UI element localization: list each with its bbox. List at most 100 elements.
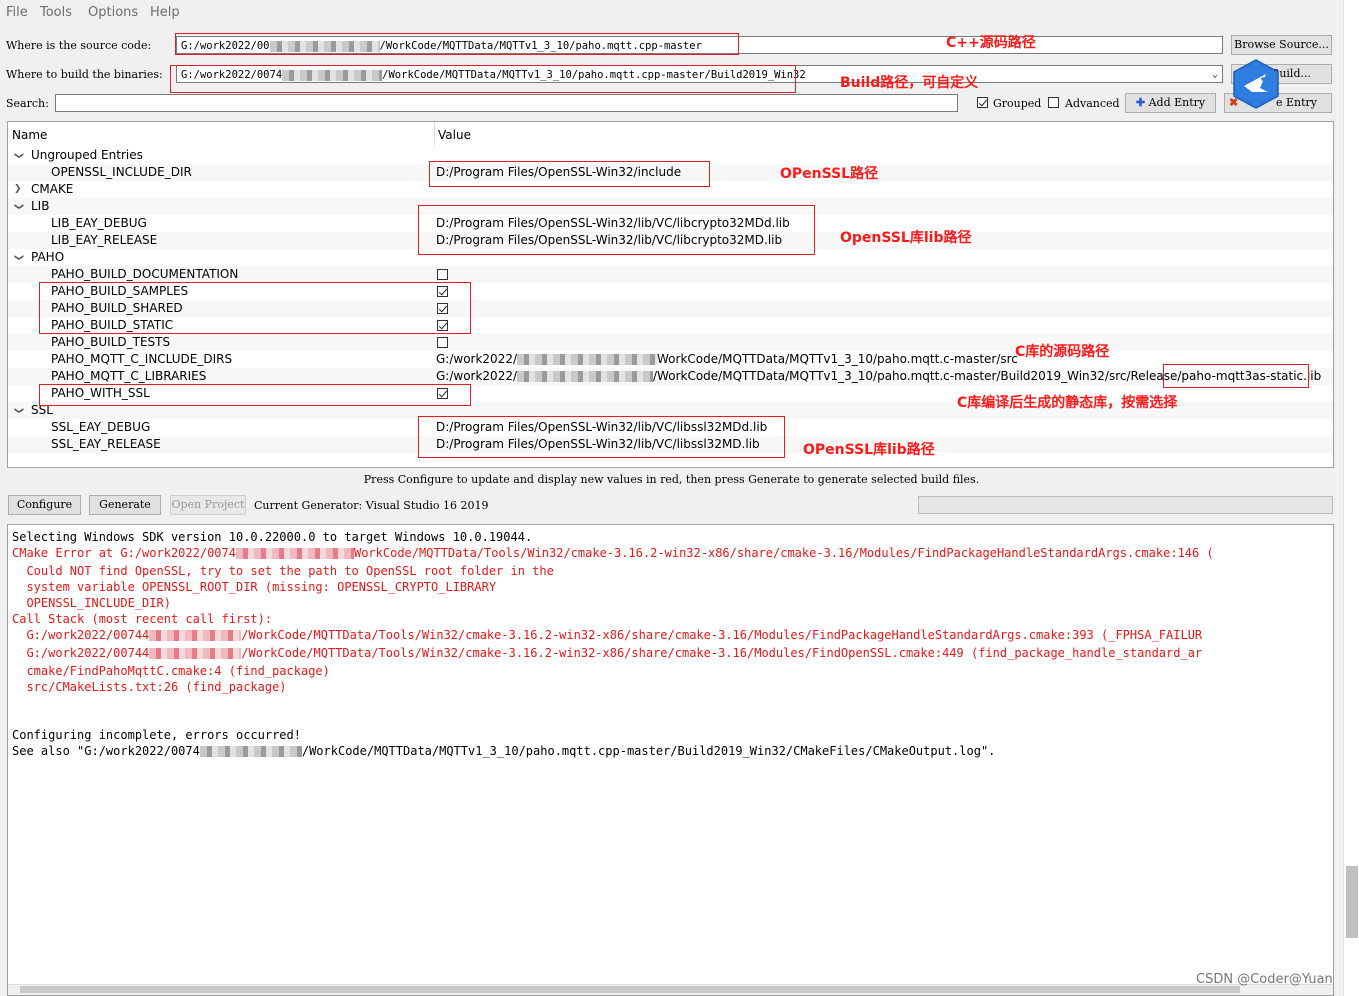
progress-bar — [918, 496, 1333, 514]
value-suffix: WorkCode/MQTTData/MQTTv1_3_10/paho.mqtt.… — [657, 352, 1018, 366]
add-entry-button[interactable]: ✚ Add Entry — [1125, 93, 1216, 113]
entry-value[interactable]: D:/Program Files/OpenSSL-Win32/lib/VC/li… — [436, 232, 782, 249]
tree-group-ungrouped[interactable]: ❯ Ungrouped Entries — [8, 147, 1333, 164]
build-path-combobox[interactable]: G:/work2022/0074/WorkCode/MQTTData/MQTTv… — [176, 65, 1223, 83]
build-path-prefix: G:/work2022/0074 — [181, 69, 283, 81]
menu-file[interactable]: File — [6, 5, 28, 20]
table-row[interactable]: PAHO_BUILD_DOCUMENTATION — [8, 266, 1333, 283]
cache-entries-tree[interactable]: Name Value ❯ Ungrouped Entries OPENSSL_I… — [7, 121, 1334, 468]
log-line-error: cmake/FindPahoMqttC.cmake:4 (find_packag… — [12, 664, 330, 678]
log-text: /WorkCode/MQTTData/Tools/Win32/cmake-3.1… — [241, 646, 1203, 660]
table-row[interactable]: PAHO_MQTT_C_LIBRARIES G:/work2022/ /WorkC… — [8, 368, 1333, 385]
open-project-button[interactable]: Open Project — [170, 495, 246, 515]
entry-value[interactable]: G:/work2022/ /WorkCode/MQTTData/MQTTv1_3_… — [436, 368, 1321, 385]
entry-value[interactable]: D:/Program Files/OpenSSL-Win32/lib/VC/li… — [436, 419, 767, 436]
table-row[interactable]: LIB_EAY_DEBUG D:/Program Files/OpenSSL-W… — [8, 215, 1333, 232]
table-row[interactable]: OPENSSL_INCLUDE_DIR D:/Program Files/Ope… — [8, 164, 1333, 181]
log-text: G:/work2022/00744 — [12, 628, 150, 642]
log-line-error: G:/work2022/00744/WorkCode/MQTTData/Tool… — [12, 628, 1202, 642]
chevron-down-icon[interactable]: ❯ — [9, 407, 26, 415]
scrollbar-thumb[interactable] — [1346, 866, 1358, 938]
entry-name: PAHO_BUILD_TESTS — [51, 335, 171, 349]
browse-source-button[interactable]: Browse Source... — [1231, 35, 1332, 55]
menu-help[interactable]: Help — [150, 5, 180, 20]
table-row[interactable]: PAHO_BUILD_SAMPLES — [8, 283, 1333, 300]
grouped-label: Grouped — [993, 97, 1042, 110]
floating-assistant-icon[interactable] — [1230, 58, 1282, 110]
annotation-openssl-path: OPenSSL路径 — [780, 166, 879, 182]
entry-checkbox[interactable] — [437, 320, 448, 331]
grouped-checkbox[interactable] — [977, 97, 988, 108]
output-log[interactable]: Selecting Windows SDK version 10.0.22000… — [7, 524, 1334, 996]
entry-name: LIB_EAY_RELEASE — [51, 233, 158, 247]
table-row[interactable]: PAHO_BUILD_TESTS — [8, 334, 1333, 351]
table-row[interactable]: PAHO_BUILD_SHARED — [8, 300, 1333, 317]
value-prefix: G:/work2022/ — [436, 369, 518, 383]
advanced-checkbox[interactable] — [1048, 97, 1059, 108]
log-line-error: system variable OPENSSL_ROOT_DIR (missin… — [12, 580, 497, 594]
log-line-error: src/CMakeLists.txt:26 (find_package) — [12, 680, 287, 694]
tree-group-cmake[interactable]: ❯ CMAKE — [8, 181, 1333, 198]
menu-bar: File Tools Options Help — [0, 0, 1343, 25]
source-path-prefix: G:/work2022/00 — [181, 40, 270, 52]
entry-value[interactable]: D:/Program Files/OpenSSL-Win32/lib/VC/li… — [436, 436, 760, 453]
chevron-down-icon[interactable]: ⌄ — [1212, 66, 1218, 82]
entry-name: PAHO_BUILD_DOCUMENTATION — [51, 267, 239, 281]
value-prefix: G:/work2022/ — [436, 352, 518, 366]
redacted-blur — [199, 746, 302, 757]
hint-text: Press Configure to update and display ne… — [363, 473, 980, 486]
scrollbar-thumb[interactable] — [20, 986, 1240, 993]
entry-checkbox[interactable] — [437, 388, 448, 399]
tree-header: Name Value — [8, 122, 1333, 146]
column-value-header[interactable]: Value — [438, 128, 471, 142]
entry-name: SSL_EAY_DEBUG — [51, 420, 151, 434]
redacted-blur — [517, 354, 658, 365]
entry-value[interactable]: D:/Program Files/OpenSSL-Win32/lib/VC/li… — [436, 215, 790, 232]
chevron-down-icon[interactable]: ❯ — [9, 254, 26, 262]
table-row[interactable]: LIB_EAY_RELEASE D:/Program Files/OpenSSL… — [8, 232, 1333, 249]
log-text: G:/work2022/00744 — [12, 646, 150, 660]
table-row[interactable]: PAHO_BUILD_STATIC — [8, 317, 1333, 334]
source-path-suffix: /WorkCode/MQTTData/MQTTv1_3_10/paho.mqtt… — [379, 40, 702, 52]
table-row[interactable]: PAHO_MQTT_C_INCLUDE_DIRS G:/work2022/Wor… — [8, 351, 1333, 368]
entry-value[interactable]: D:/Program Files/OpenSSL-Win32/include — [436, 164, 681, 181]
entry-checkbox[interactable] — [437, 303, 448, 314]
entry-value[interactable]: G:/work2022/WorkCode/MQTTData/MQTTv1_3_1… — [436, 351, 1018, 368]
tree-group-lib[interactable]: ❯ LIB — [8, 198, 1333, 215]
remove-entry-label: e Entry — [1275, 96, 1317, 109]
chevron-down-icon[interactable]: ❯ — [9, 152, 26, 160]
table-row[interactable]: SSL_EAY_RELEASE D:/Program Files/OpenSSL… — [8, 436, 1333, 453]
log-text: See also "G:/work2022/0074 — [12, 744, 200, 758]
generate-button[interactable]: Generate — [89, 495, 161, 515]
entry-name: PAHO_BUILD_SAMPLES — [51, 284, 189, 298]
log-line-error: CMake Error at G:/work2022/0074 WorkCode/… — [12, 546, 1214, 560]
search-label: Search: — [6, 97, 49, 110]
menu-options[interactable]: Options — [88, 5, 138, 20]
table-row[interactable]: SSL_EAY_DEBUG D:/Program Files/OpenSSL-W… — [8, 419, 1333, 436]
tree-group-paho[interactable]: ❯ PAHO — [8, 249, 1333, 266]
group-label: SSL — [31, 403, 53, 417]
advanced-label: Advanced — [1065, 97, 1120, 110]
source-path-field[interactable]: G:/work2022/00/WorkCode/MQTTData/MQTTv1_… — [176, 36, 1223, 54]
annotation-openssl-lib-2: OPenSSL库lib路径 — [803, 442, 935, 458]
entry-checkbox[interactable] — [437, 337, 448, 348]
chevron-down-icon[interactable]: ❯ — [9, 203, 26, 211]
menu-tools[interactable]: Tools — [40, 5, 72, 20]
column-name-header[interactable]: Name — [12, 128, 47, 142]
vertical-scrollbar[interactable] — [1343, 0, 1359, 996]
search-input[interactable] — [55, 94, 958, 112]
log-text: /WorkCode/MQTTData/MQTTv1_3_10/paho.mqtt… — [301, 744, 996, 758]
chevron-right-icon[interactable]: ❯ — [14, 181, 22, 198]
log-text: CMake Error at G:/work2022/0074 — [12, 546, 236, 560]
group-label: CMAKE — [31, 182, 74, 196]
entry-checkbox[interactable] — [437, 269, 448, 280]
group-label: LIB — [31, 199, 50, 213]
log-line: Selecting Windows SDK version 10.0.22000… — [12, 530, 533, 544]
entry-checkbox[interactable] — [437, 286, 448, 297]
csdn-watermark: CSDN @Coder@Yuan — [1196, 972, 1333, 987]
horizontal-scrollbar[interactable] — [8, 984, 1333, 995]
entry-name: PAHO_MQTT_C_INCLUDE_DIRS — [51, 352, 233, 366]
configure-button[interactable]: Configure — [8, 495, 81, 515]
redacted-blur — [149, 648, 242, 659]
group-label: Ungrouped Entries — [31, 148, 143, 162]
